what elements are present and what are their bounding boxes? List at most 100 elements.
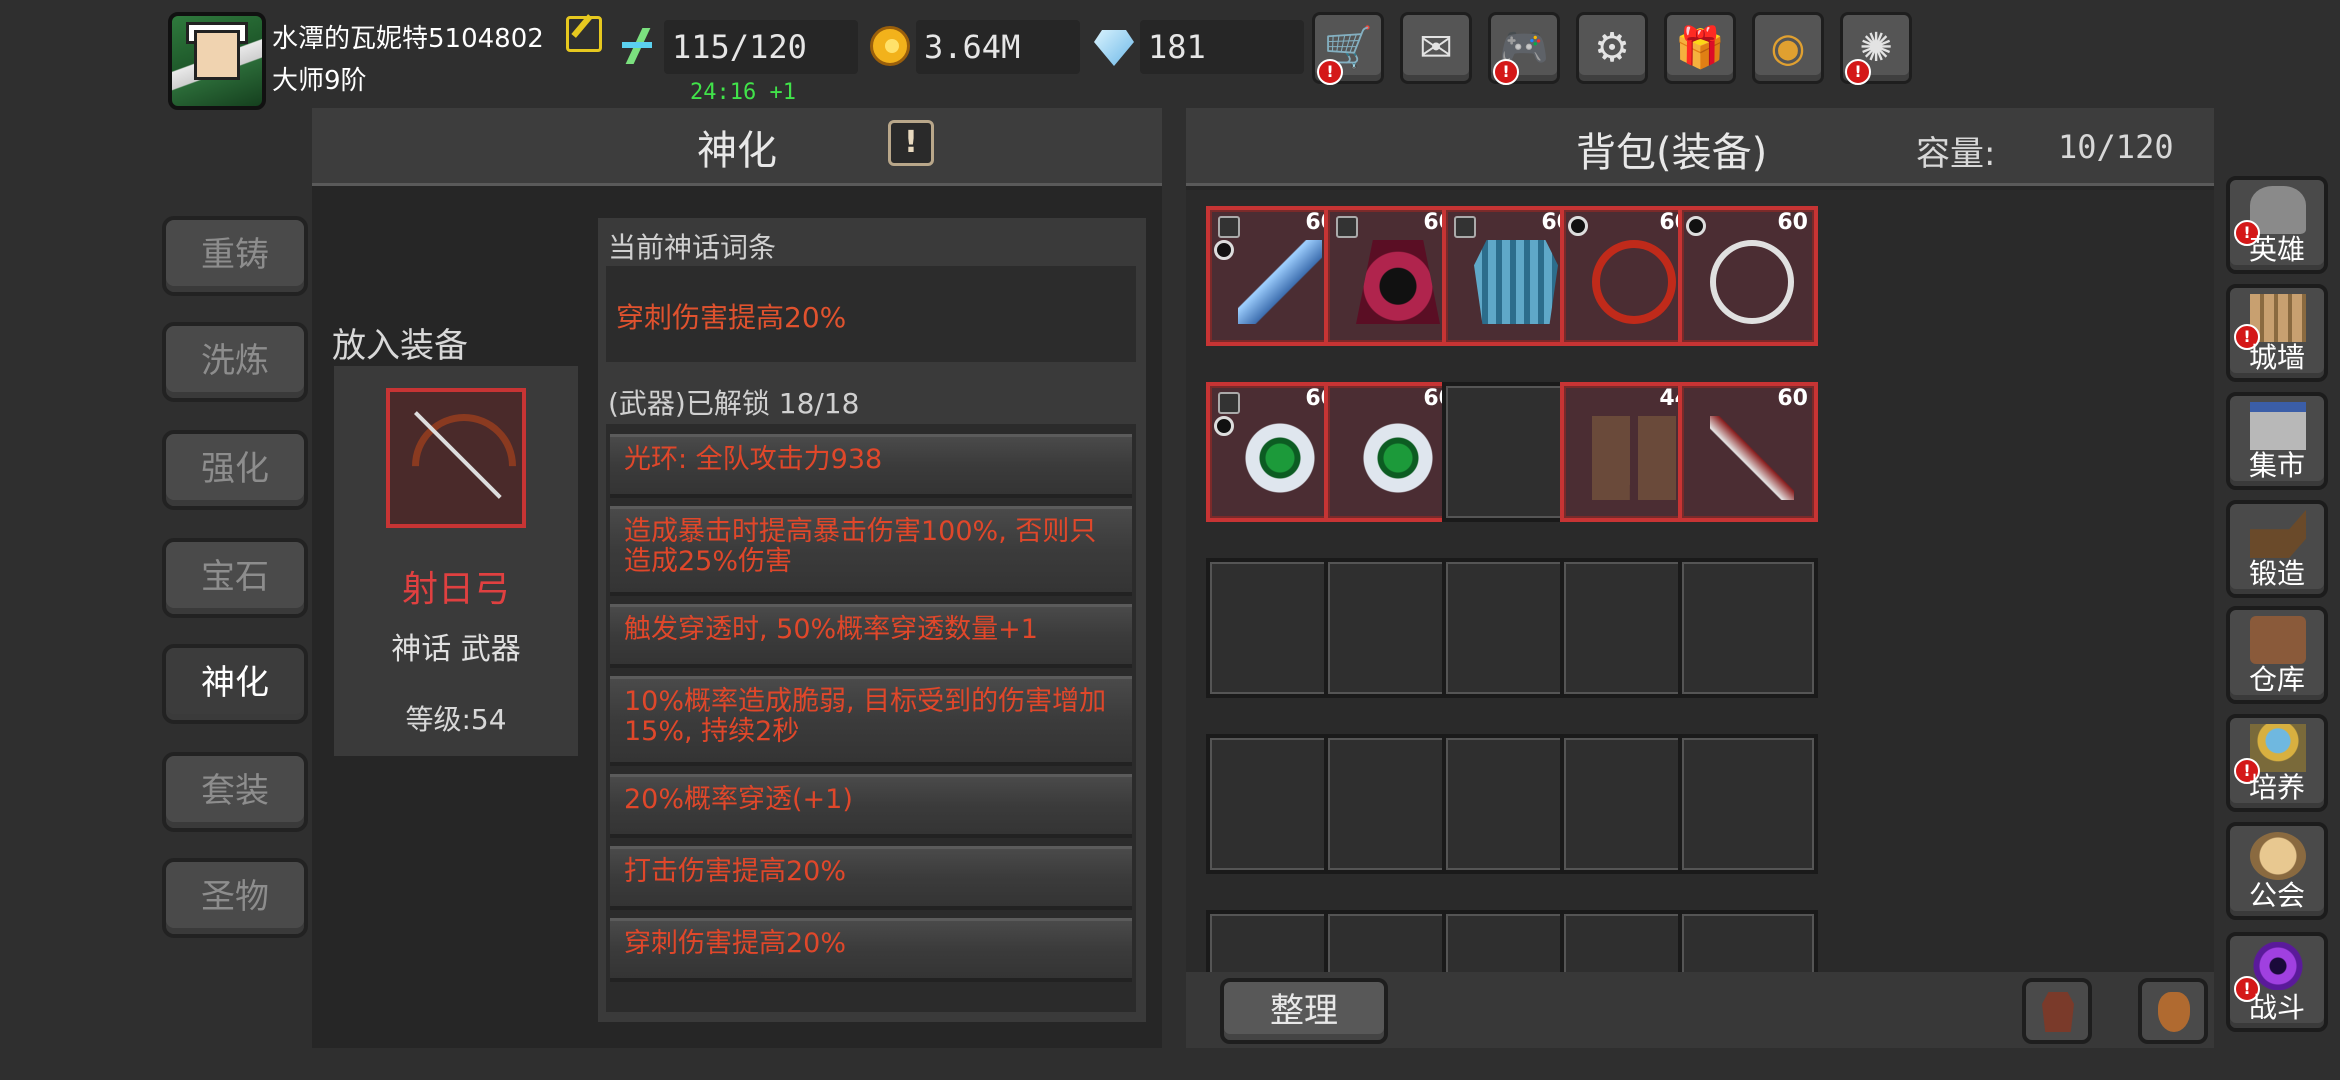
player-avatar[interactable] [168,12,266,110]
nav-label: 战斗 [2248,991,2305,1024]
socket-icon [1686,216,1706,236]
gift-button[interactable]: 🎁 [1664,12,1736,84]
lock-icon [1218,392,1240,414]
affix-item[interactable]: 造成暴击时提高暴击伤害100%, 否则只造成25%伤害 [610,506,1132,596]
armor-icon [1474,240,1558,324]
nav-set[interactable]: 套装 [162,752,308,832]
sword-icon [1710,416,1794,500]
mythify-title: 神化 [697,128,777,174]
alert-badge: ! [1845,59,1871,85]
nav-label: 集市 [2248,449,2305,482]
nav-gem[interactable]: 宝石 [162,538,308,618]
gold-coin-icon [870,26,910,66]
put-equipment-label: 放入装备 [332,326,468,366]
affix-item[interactable]: 穿刺伤害提高20% [610,918,1132,982]
nav-train[interactable]: ! 培养 [2226,714,2328,812]
nav-mythify[interactable]: 神化 [162,644,308,724]
nav-enhance[interactable]: 强化 [162,430,308,510]
affix-list[interactable]: 光环: 全队攻击力938 造成暴击时提高暴击伤害100%, 否则只造成25%伤害… [606,424,1136,1012]
gear-icon: ⚙ [1594,25,1630,71]
robe-icon [1356,240,1440,324]
socket-icon [1214,416,1234,436]
nav-label: 锻造 [2248,557,2305,590]
energy-icon [618,26,658,66]
bag-slot-empty[interactable] [1678,910,1818,972]
bag-slot[interactable]: 60 [1678,382,1818,522]
nav-label: 仓库 [2248,663,2305,696]
equipment-type: 神话 武器 [391,632,521,667]
bag-slot[interactable]: 60 [1678,206,1818,346]
gift-icon: 🎁 [1675,25,1725,71]
emerald-ring-icon [1356,416,1440,500]
bag-slot-empty[interactable] [1678,734,1818,874]
lottery-button[interactable]: ◉ [1752,12,1824,84]
nav-market[interactable]: 集市 [2226,392,2328,490]
nav-wall[interactable]: ! 城墙 [2226,284,2328,382]
mail-button[interactable]: ✉ [1400,12,1472,84]
socket-icon [1568,216,1588,236]
energy-value: 115/120 [664,20,858,74]
alert-badge: ! [1493,59,1519,85]
lock-icon [1336,216,1358,238]
market-icon [2250,402,2306,450]
nav-storage[interactable]: 仓库 [2226,606,2328,704]
capacity-label: 容量: [1916,134,1996,174]
unlocked-label: (武器)已解锁 18/18 [608,387,860,420]
affix-item[interactable]: 20%概率穿透(+1) [610,774,1132,838]
nav-label: 公会 [2248,879,2305,912]
affix-item[interactable]: 触发穿透时, 50%概率穿透数量+1 [610,604,1132,668]
nav-battle[interactable]: ! 战斗 [2226,932,2328,1032]
affix-item[interactable]: 光环: 全队攻击力938 [610,434,1132,498]
gold-value: 3.64M [916,20,1080,74]
anvil-icon [2250,510,2306,558]
player-rank: 大师9阶 [272,66,367,96]
mail-icon: ✉ [1419,25,1453,71]
equipment-level: 等级:54 [405,703,507,736]
guild-icon [2250,832,2306,880]
gamepad-button[interactable]: 🎮 ! [1488,12,1560,85]
nav-label: 英雄 [2248,233,2305,266]
lock-icon [1218,216,1240,238]
pouch-icon [2158,992,2190,1032]
sort-button[interactable]: 整理 [1220,978,1388,1044]
nav-forge[interactable]: 锻造 [2226,500,2328,598]
armor-icon [2042,992,2074,1032]
equipment-filter-button[interactable] [2022,978,2092,1044]
lock-icon [1454,216,1476,238]
item-level: 60 [1777,386,1808,411]
events-button[interactable]: ✺ ! [1840,12,1912,85]
nav-refine[interactable]: 洗炼 [162,322,308,402]
info-icon[interactable]: ! [888,120,934,166]
ice-blade-icon [1238,240,1322,324]
affix-item[interactable]: 10%概率造成脆弱, 目标受到的伤害增加15%, 持续2秒 [610,676,1132,766]
gem-value: 181 [1140,20,1304,74]
boots-icon [1592,416,1676,500]
socket-icon [1214,240,1234,260]
nav-relic[interactable]: 圣物 [162,858,308,938]
affix-item[interactable]: 打击伤害提高20% [610,846,1132,910]
energy-timer: 24:16 +1 [690,80,796,105]
chest-icon [2250,616,2306,664]
shop-button[interactable]: 🛒 ! [1312,12,1384,85]
equipment-slot[interactable] [386,388,538,540]
nav-hero[interactable]: ! 英雄 [2226,176,2328,274]
nav-guild[interactable]: 公会 [2226,822,2328,920]
item-level: 60 [1777,210,1808,235]
capacity-value: 10/120 [2058,128,2174,166]
nav-label: 培养 [2248,771,2305,804]
silver-necklace-icon [1710,240,1794,324]
player-name: 水潭的瓦妮特5104802 [272,24,544,54]
nav-recast[interactable]: 重铸 [162,216,308,296]
red-necklace-icon [1592,240,1676,324]
nav-label: 城墙 [2248,341,2305,374]
bag-grid[interactable]: 60 60 60 60 60 60 60 44 60 [1186,190,2214,972]
bow-icon [390,392,538,540]
equipment-name: 射日弓 [401,569,510,610]
bag-slot-empty[interactable] [1678,558,1818,698]
current-affix-label: 当前神话词条 [608,231,777,264]
settings-button[interactable]: ⚙ [1576,12,1648,84]
emerald-ring-icon [1238,416,1322,500]
materials-filter-button[interactable] [2138,978,2208,1044]
edit-name-icon[interactable] [566,16,602,52]
color-wheel-icon: ◉ [1770,25,1806,71]
